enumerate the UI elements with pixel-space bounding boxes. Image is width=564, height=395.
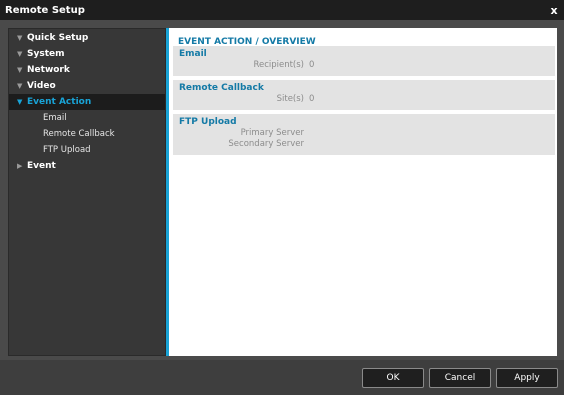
row-value: 0	[309, 94, 315, 104]
title-bar: Remote Setup x	[0, 0, 564, 21]
sidebar-item-event-action[interactable]: ▼ Event Action	[9, 94, 165, 110]
sidebar-item-label: Quick Setup	[27, 33, 89, 43]
info-row: Recipient(s) 0	[179, 60, 549, 71]
chevron-down-icon: ▼	[17, 66, 23, 74]
button-bar: OK Cancel Apply	[0, 360, 564, 395]
sidebar-item-label: System	[27, 49, 65, 59]
section-title: Remote Callback	[179, 83, 264, 93]
sidebar-item-label: Event Action	[27, 97, 92, 107]
row-label: Secondary Server	[228, 139, 304, 149]
sidebar-item-event[interactable]: ▶ Event	[9, 158, 165, 174]
sidebar-item-system[interactable]: ▼ System	[9, 46, 165, 62]
row-value: 0	[309, 60, 315, 70]
chevron-down-icon: ▼	[17, 98, 23, 106]
row-label: Recipient(s)	[253, 60, 304, 70]
chevron-down-icon: ▼	[17, 50, 23, 58]
sidebar-item-label: Event	[27, 161, 56, 171]
sidebar-item-video[interactable]: ▼ Video	[9, 78, 165, 94]
apply-button[interactable]: Apply	[496, 368, 558, 388]
section-title: Email	[179, 49, 207, 59]
sidebar-item-label: Video	[27, 81, 56, 91]
chevron-right-icon: ▶	[17, 162, 23, 170]
row-value	[304, 139, 309, 150]
info-row: Secondary Server	[179, 139, 549, 150]
cancel-button[interactable]: Cancel	[429, 368, 491, 388]
row-label: Site(s)	[276, 94, 304, 104]
ok-button[interactable]: OK	[362, 368, 424, 388]
main-panel: EVENT ACTION / OVERVIEW Email Recipient(…	[169, 28, 557, 356]
ftp-upload-section: FTP Upload Primary Server Secondary Serv…	[173, 114, 555, 155]
remote-callback-section: Remote Callback Site(s) 0	[173, 80, 555, 110]
email-section: Email Recipient(s) 0	[173, 46, 555, 76]
row-label: Primary Server	[240, 128, 304, 138]
sidebar-subitem-email[interactable]: Email	[9, 110, 165, 126]
info-row: Site(s) 0	[179, 94, 549, 105]
chevron-down-icon: ▼	[17, 34, 23, 42]
dialog-body: ▼ Quick Setup ▼ System ▼ Network ▼ Video…	[0, 20, 564, 395]
info-row: Primary Server	[179, 128, 549, 139]
sidebar: ▼ Quick Setup ▼ System ▼ Network ▼ Video…	[8, 28, 166, 356]
section-title: FTP Upload	[179, 117, 237, 127]
window-title: Remote Setup	[5, 4, 85, 16]
close-icon[interactable]: x	[544, 4, 564, 17]
sidebar-subitem-ftp-upload[interactable]: FTP Upload	[9, 142, 165, 158]
row-value	[304, 128, 309, 139]
sidebar-item-label: Network	[27, 65, 70, 75]
sidebar-item-network[interactable]: ▼ Network	[9, 62, 165, 78]
sidebar-item-quick-setup[interactable]: ▼ Quick Setup	[9, 30, 165, 46]
chevron-down-icon: ▼	[17, 82, 23, 90]
sidebar-subitem-remote-callback[interactable]: Remote Callback	[9, 126, 165, 142]
page-title: EVENT ACTION / OVERVIEW	[178, 37, 316, 47]
